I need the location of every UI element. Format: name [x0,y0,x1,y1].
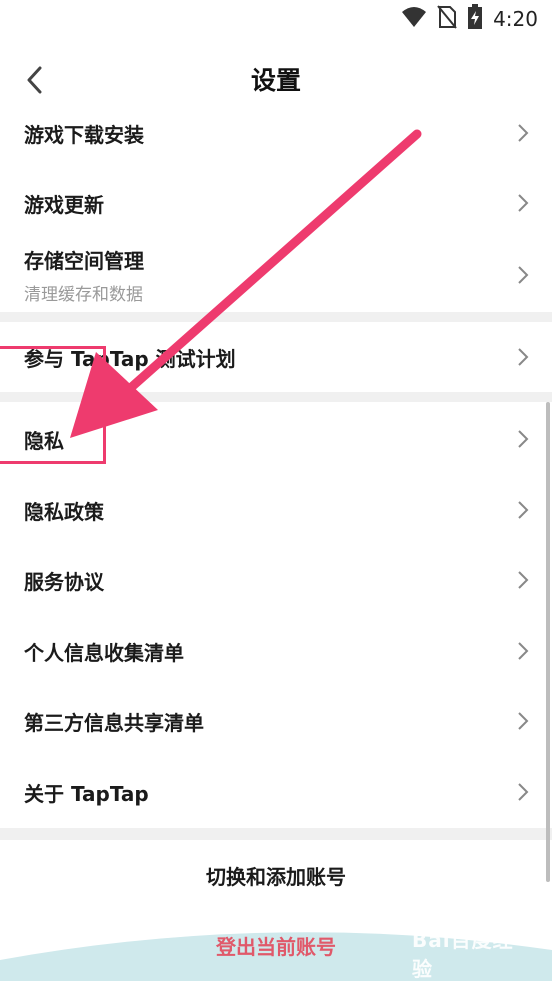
chevron-right-icon [518,642,529,660]
section-divider [0,312,552,322]
wifi-icon [401,6,427,32]
chevron-right-icon [518,266,529,284]
settings-item-label: 服务协议 [24,569,104,594]
battery-charging-icon [467,4,483,34]
settings-item-label: 游戏更新 [24,192,104,217]
settings-item-label: 关于 TapTap [24,781,149,806]
chevron-right-icon [518,571,529,589]
chevron-right-icon [518,501,529,519]
chevron-right-icon [518,348,529,366]
settings-item-subtitle: 清理缓存和数据 [24,285,143,305]
settings-item-personal-info-list[interactable]: 个人信息收集清单 [0,616,552,686]
status-bar: 4:20 [0,0,552,38]
logout-label: 登出当前账号 [216,934,336,959]
settings-item-label: 游戏下载安装 [24,122,144,147]
settings-item-third-party-list[interactable]: 第三方信息共享清单 [0,686,552,756]
settings-item-label: 第三方信息共享清单 [24,710,204,735]
no-sim-icon [437,5,457,33]
scrollbar[interactable] [546,402,550,882]
settings-item-game-update[interactable]: 游戏更新 [0,170,552,236]
baidu-watermark: Bai百度经验 jingyan.baidu.com [412,924,522,993]
watermark-sub: jingyan.baidu.com [412,982,522,993]
settings-item-storage[interactable]: 存储空间管理 清理缓存和数据 [0,240,552,310]
chevron-right-icon [518,430,529,448]
status-time: 4:20 [493,7,538,31]
settings-item-label: 个人信息收集清单 [24,640,184,665]
section-divider [0,828,552,840]
settings-item-label: 存储空间管理 [24,249,144,273]
switch-account-label: 切换和添加账号 [206,864,346,889]
chevron-right-icon [518,712,529,730]
settings-item-game-download[interactable]: 游戏下载安装 [0,100,552,166]
settings-item-service-agreement[interactable]: 服务协议 [0,545,552,615]
chevron-right-icon [518,783,529,801]
back-button[interactable] [14,60,54,100]
settings-item-privacy-policy[interactable]: 隐私政策 [0,475,552,545]
chevron-right-icon [518,194,529,212]
annotation-highlight-box [0,346,106,464]
switch-account-button[interactable]: 切换和添加账号 [0,842,552,908]
settings-item-about[interactable]: 关于 TapTap [0,757,552,827]
watermark-main: Bai百度经验 [412,928,514,981]
settings-item-label: 隐私政策 [24,499,104,524]
back-arrow-icon [27,66,42,94]
chevron-right-icon [518,124,529,142]
page-title: 设置 [250,66,301,95]
